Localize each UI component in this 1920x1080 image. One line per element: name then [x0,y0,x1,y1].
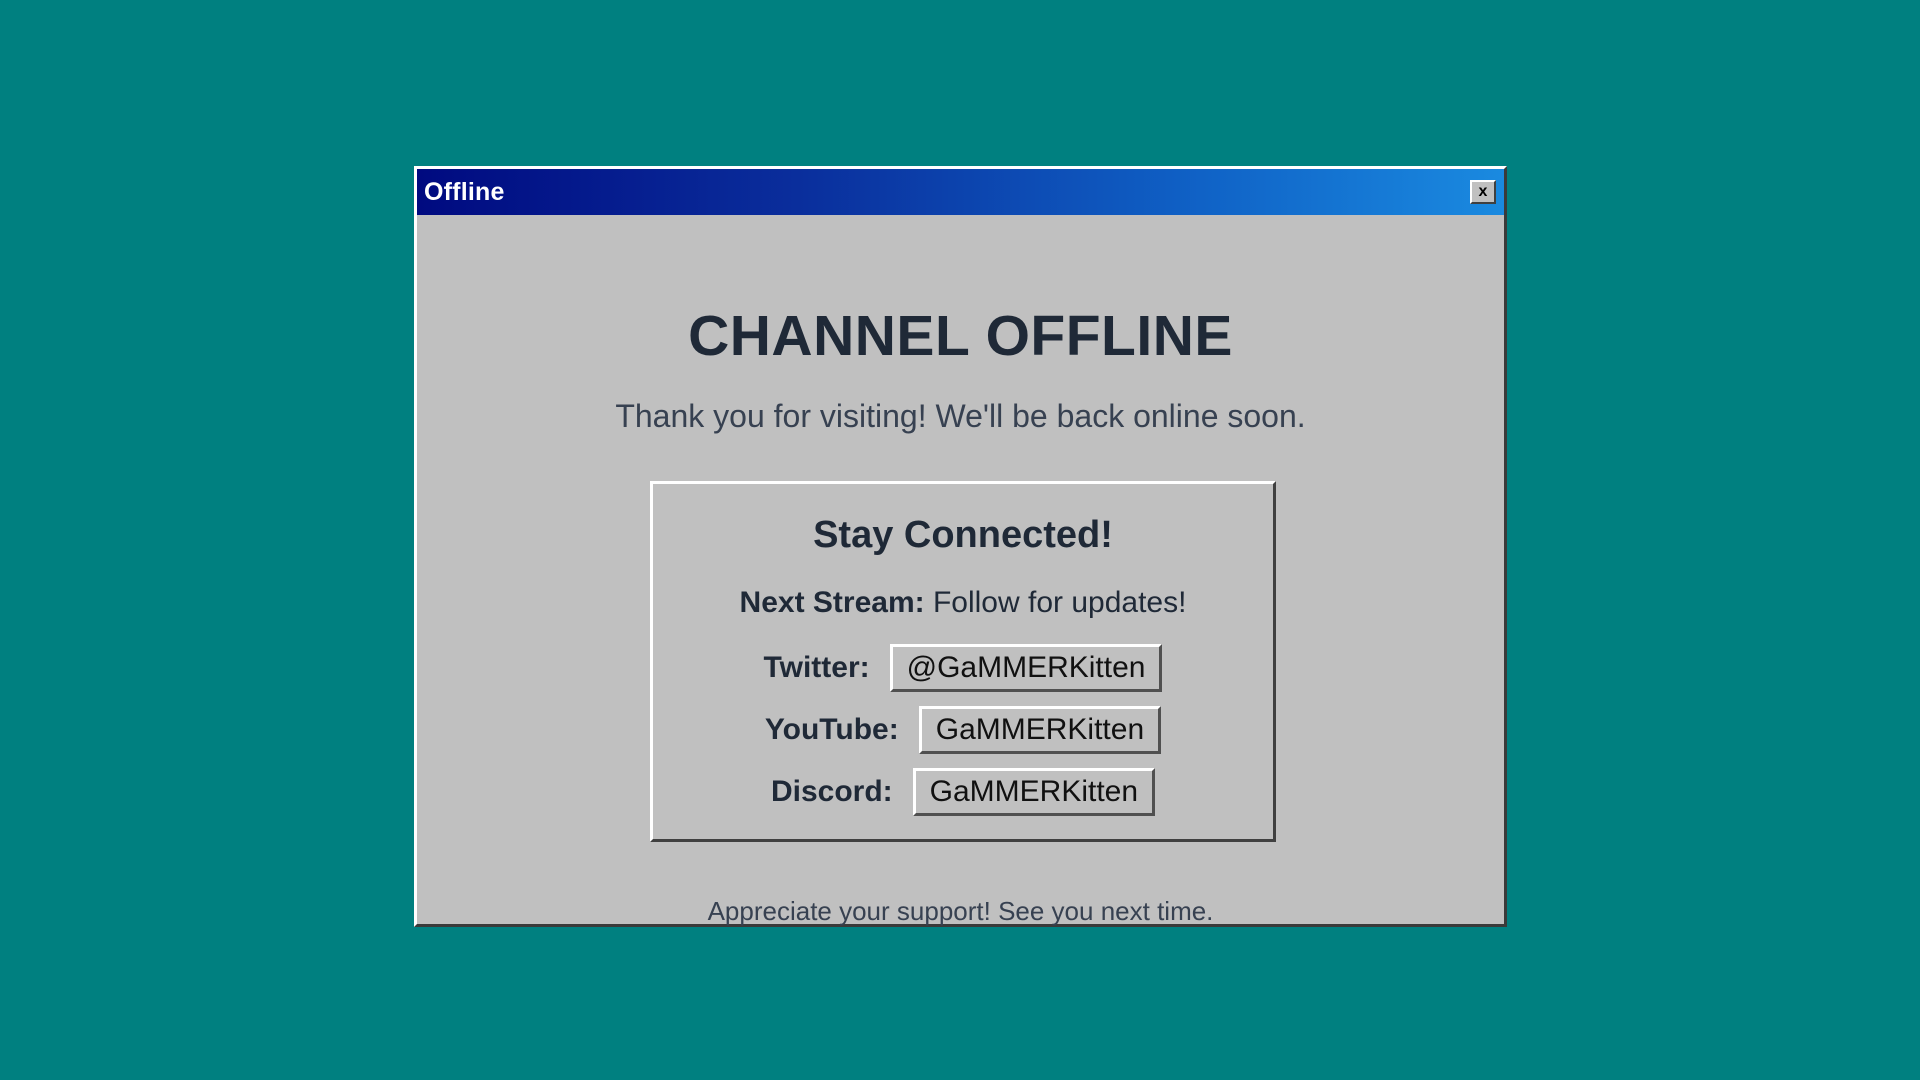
discord-handle: GaMMERKitten [929,775,1139,808]
discord-label: Discord: [770,775,893,808]
discord-row: Discord: GaMMERKitten [653,768,1273,816]
stay-connected-panel: Stay Connected! Next Stream: Follow for … [650,481,1276,842]
youtube-handle: GaMMERKitten [935,713,1145,746]
window-title: Offline [424,177,505,206]
twitter-label: Twitter: [763,651,870,684]
discord-button[interactable]: GaMMERKitten [912,768,1156,816]
twitter-row: Twitter: @GaMMERKitten [653,644,1273,692]
youtube-row: YouTube: GaMMERKitten [653,706,1273,754]
next-stream-line: Next Stream: Follow for updates! [653,586,1273,620]
welcome-message: Thank you for visiting! We'll be back on… [615,398,1306,434]
page-title: CHANNEL OFFLINE [688,304,1233,368]
twitter-handle: @GaMMERKitten [906,651,1146,684]
twitter-button[interactable]: @GaMMERKitten [889,644,1163,692]
panel-title: Stay Connected! [813,514,1113,556]
youtube-label: YouTube: [764,713,899,746]
next-stream-value: Follow for updates! [932,586,1187,619]
title-bar[interactable]: Offline x [417,169,1504,215]
close-icon: x [1478,183,1488,200]
footer-message: Appreciate your support! See you next ti… [707,896,1214,926]
youtube-button[interactable]: GaMMERKitten [918,706,1162,754]
close-button[interactable]: x [1470,180,1496,204]
offline-window: Offline x CHANNEL OFFLINE Thank you for … [414,166,1507,927]
next-stream-label: Next Stream: [739,586,925,619]
